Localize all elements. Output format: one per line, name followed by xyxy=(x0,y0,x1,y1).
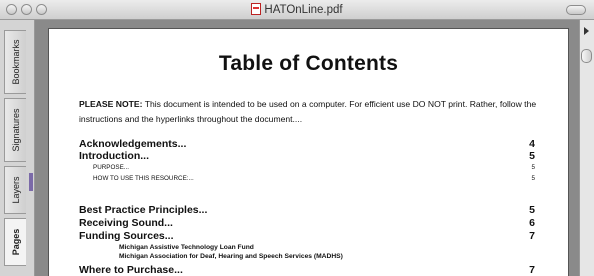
toc-entry-page: 6 xyxy=(529,217,535,229)
toc-entry-title: Receiving Sound... xyxy=(79,217,173,229)
tab-pages-label: Pages xyxy=(10,228,21,256)
tab-bookmarks[interactable]: Bookmarks xyxy=(4,30,26,94)
tab-pages[interactable]: Pages xyxy=(4,218,26,266)
toc-entry-title: Michigan Assistive Technology Loan Fund xyxy=(119,244,254,251)
toc-entry-title: How to use this resource:... xyxy=(93,175,194,182)
page-title: Table of Contents xyxy=(218,52,399,75)
toc-entry-page: 5 xyxy=(531,164,535,171)
title-bar: HATOnLine.pdf xyxy=(0,0,594,20)
drawer-resize-handle[interactable] xyxy=(29,173,33,191)
toc-entry-page: 7 xyxy=(529,230,535,242)
tab-signatures-label: Signatures xyxy=(10,108,21,152)
scroll-thumb[interactable] xyxy=(581,49,592,63)
scroll-arrow-icon[interactable] xyxy=(584,27,589,35)
tab-layers[interactable]: Layers xyxy=(4,166,26,214)
window-title: HATOnLine.pdf xyxy=(264,4,343,16)
document-note: PLEASE NOTE: This document is intended t… xyxy=(79,97,539,127)
toc-entry-title: Acknowledgements... xyxy=(79,138,187,150)
vertical-scrollbar[interactable] xyxy=(579,20,594,276)
document-view[interactable]: Table of Contents PLEASE NOTE: This docu… xyxy=(35,20,579,276)
toolbar-toggle-button[interactable] xyxy=(566,5,586,15)
pdf-file-icon xyxy=(251,3,262,15)
toc-entry-page: 4 xyxy=(529,138,535,150)
toc-entry-page: 5 xyxy=(531,175,535,182)
tab-signatures[interactable]: Signatures xyxy=(4,98,26,162)
toc-entry-title: Introduction... xyxy=(79,150,149,162)
pdf-page: Table of Contents PLEASE NOTE: This docu… xyxy=(48,28,569,276)
toc-entry-title: Michigan Association for Deaf, Hearing a… xyxy=(119,253,343,260)
window-title-area: HATOnLine.pdf xyxy=(0,3,594,16)
toc-entry-page: 5 xyxy=(529,150,535,162)
toc-entry-title: Where to Purchase... xyxy=(79,264,183,276)
toc-entry-page: 5 xyxy=(529,204,535,216)
note-text: This document is intended to be used on … xyxy=(79,99,537,124)
note-label: PLEASE NOTE: xyxy=(79,99,143,109)
tab-bookmarks-label: Bookmarks xyxy=(10,39,21,85)
sidebar-drawer: Bookmarks Signatures Layers Pages xyxy=(0,20,35,276)
tab-layers-label: Layers xyxy=(10,176,21,204)
toc-entry-title: Purpose... xyxy=(93,164,130,171)
toc-entry-page: 7 xyxy=(529,264,535,276)
toc-entry-title: Funding Sources... xyxy=(79,230,174,242)
toc-entry-title: Best Practice Principles... xyxy=(79,204,208,216)
